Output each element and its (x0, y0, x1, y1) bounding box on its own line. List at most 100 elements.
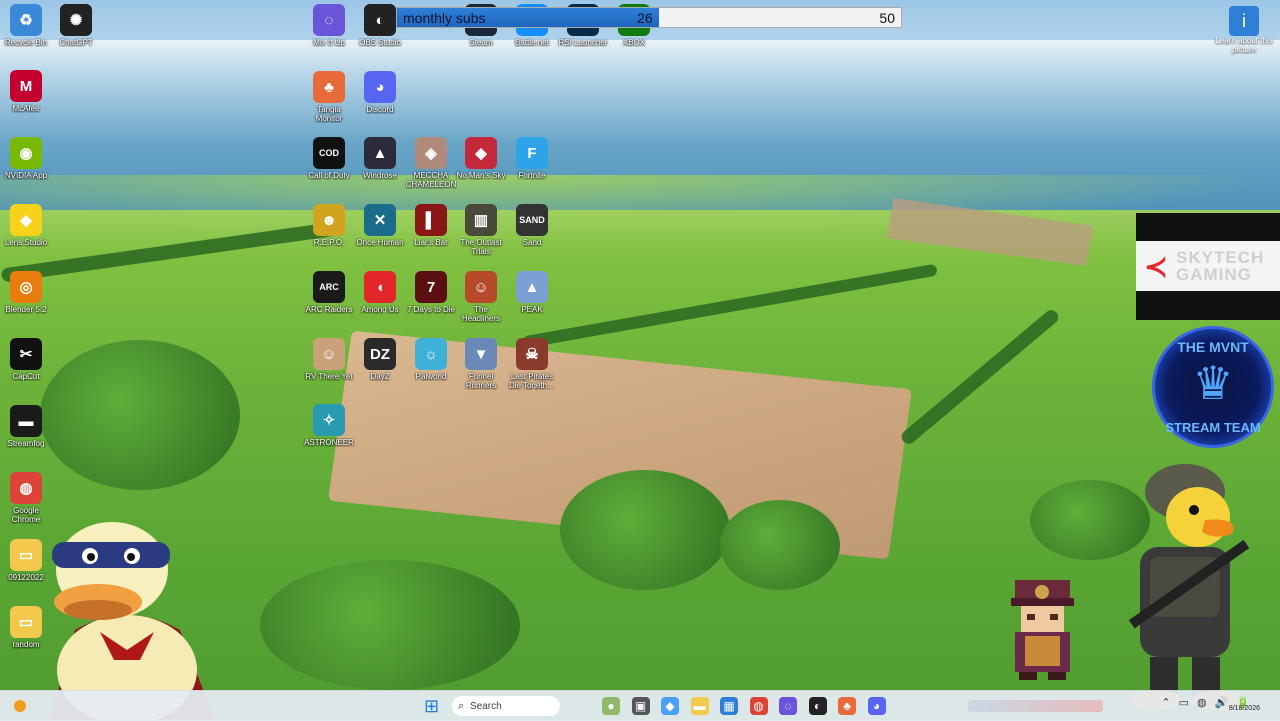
mecha-chameleon-icon: ◈ (415, 137, 447, 169)
desktop-icon-call-of-duty[interactable]: COD Call of Duty (303, 137, 355, 180)
desktop-icon-label: The Outlast Trials (460, 238, 502, 256)
lens-studio-icon: ◆ (10, 204, 42, 236)
no-mans-sky-icon: ◆ (465, 137, 497, 169)
desktop-icon-discord[interactable]: ◕ Discord (354, 71, 406, 114)
obs-taskbar-icon[interactable]: ◐ (808, 697, 827, 715)
the-outlast-trials-icon: ▥ (465, 204, 497, 236)
copilot-icon[interactable]: ◆ (661, 697, 679, 715)
desktop-icon-mecha-chameleon[interactable]: ◈ MECCHA CHAMELEON (405, 137, 457, 189)
desktop-icon-tangia[interactable]: ♣ Tangia Monitor (303, 71, 355, 123)
desktop-icon-liars-bar[interactable]: ▌ Liar's Bar (405, 204, 457, 247)
desktop-icon-label: Lens Studio (4, 238, 48, 247)
desktop-icon-mix-it-up[interactable]: ◌ Mix It Up (303, 4, 355, 47)
trees (560, 470, 730, 590)
desktop-icon-streamfog[interactable]: ▬ Streamfog (0, 405, 52, 448)
desktop-icon-label: CapCut (12, 372, 40, 381)
google-chrome-icon: ◍ (10, 472, 42, 504)
call-of-duty-icon: COD (313, 137, 345, 169)
once-human-icon: ✕ (364, 204, 396, 236)
desktop-icon-the-outlast-trials[interactable]: ▥ The Outlast Trials (455, 204, 507, 256)
desktop-icon-label: Streamfog (7, 439, 45, 448)
desktop-icon-label: Windrose (363, 171, 397, 180)
notification-banner[interactable] (968, 700, 1103, 712)
desktop-icon-dayz[interactable]: DZ DayZ (354, 338, 406, 381)
mvnt-stream-team-badge: THE MVNT ♛ STREAM TEAM (1152, 326, 1274, 448)
palworld-icon: ☼ (415, 338, 447, 370)
discord-taskbar-icon[interactable]: ◕ (867, 697, 886, 715)
desktop-icon-label: Steam (469, 38, 493, 47)
desktop-icon-label: McAfee (12, 104, 40, 113)
peak-icon: ▲ (516, 271, 548, 303)
mix-it-up-icon: ◌ (313, 4, 345, 36)
the-headliners-icon: ☺ (465, 271, 497, 303)
display-icon[interactable]: ▭ (1179, 696, 1189, 709)
taskbar: ⊞ ⌕ Search ● ▣ ◆ ▬ ▦ ◍ ◌ ◐ ♣ ◕ ⌃ ▭ ◍ 🔊 🔋 8/18/2026 (0, 690, 1280, 721)
taskbar-search[interactable]: ⌕ Search (452, 696, 560, 716)
chrome-icon[interactable]: ◍ (749, 697, 768, 715)
show-hidden-icons[interactable]: ⌃ (1161, 696, 1170, 709)
desktop-icon-lens-studio[interactable]: ◆ Lens Studio (0, 204, 52, 247)
desktop-icon-label: Mix It Up (313, 38, 345, 47)
7-days-to-die-icon: 7 (415, 271, 447, 303)
desktop-icon-7-days-to-die[interactable]: 7 7 Days to Die (405, 271, 457, 314)
desktop-icon-sand[interactable]: SAND Sand (506, 204, 558, 247)
info-icon: i (1229, 6, 1259, 36)
desktop-icon-label: NVIDIA App (4, 171, 48, 180)
desktop-icon-label: Fortnite (518, 171, 546, 180)
taskbar-clock[interactable]: 8/18/2026 (1229, 705, 1260, 712)
mixitup-taskbar-icon[interactable]: ◌ (779, 697, 797, 715)
desktop-icon-mcafee[interactable]: M McAfee (0, 70, 52, 113)
desktop-icon-label: Among Us (361, 305, 399, 314)
desktop-icon-label: RV There Yet (305, 372, 353, 381)
liars-bar-icon: ▌ (415, 204, 447, 236)
discord-icon: ◕ (364, 71, 396, 103)
desktop-icon-label: Discord (366, 105, 394, 114)
windows-start-icon[interactable]: ⊞ (424, 697, 442, 715)
desktop-icon-label: Call of Duty (308, 171, 350, 180)
desktop-icon-chatgpt[interactable]: ✺ ChatGPT (50, 4, 102, 47)
desktop-icon-recycle-bin[interactable]: ♻ Recycle Bin (0, 4, 52, 47)
desktop-icon-label: RSI Launcher (558, 38, 608, 47)
streamfog-icon: ▬ (10, 405, 42, 437)
desktop-icon-rv-there-yet[interactable]: ☺ RV There Yet (303, 338, 355, 381)
tangia-taskbar-icon[interactable]: ♣ (838, 697, 856, 715)
learn-about-picture-label: Learn about this picture (1215, 36, 1273, 54)
desktop-icon-google-chrome[interactable]: ◍ Google Chrome (0, 472, 52, 524)
widgets-icon[interactable]: ● (602, 697, 620, 715)
desktop-icon-windrose[interactable]: ▲ Windrose (354, 137, 406, 180)
desktop-icon-astroneer[interactable]: ✧ ASTRONEER (303, 404, 355, 447)
desktop-icon-label: R.E.P.O. (313, 238, 345, 247)
monthly-subs-goal-bar: monthly subs 26 50 (396, 7, 902, 28)
desktop-icon-label: 7 Days to Die (406, 305, 456, 314)
trees (720, 500, 840, 590)
desktop-icon-fortnite[interactable]: F Fortnite (506, 137, 558, 180)
desktop-icon-capcut[interactable]: ✂ CapCut (0, 338, 52, 381)
desktop-icon-funnel-runners[interactable]: ▼ Funnel Runners (455, 338, 507, 390)
volume-icon[interactable]: 🔊 (1215, 696, 1229, 709)
network-icon[interactable]: ◍ (1197, 696, 1207, 709)
trees (260, 560, 520, 690)
desktop-icon-nvidia-app[interactable]: ◉ NVIDIA App (0, 137, 52, 180)
goal-bar-current: 26 (637, 10, 653, 26)
desktop-icon-once-human[interactable]: ✕ Once Human (354, 204, 406, 247)
desktop-icon-blender[interactable]: ◎ Blender 5.2 (0, 271, 52, 314)
skytech-line1: SKYTECH (1176, 248, 1265, 267)
pixel-character (1011, 580, 1074, 680)
desktop-icon-repo[interactable]: ☻ R.E.P.O. (303, 204, 355, 247)
desktop-icon-palworld[interactable]: ☼ Palworld (405, 338, 457, 381)
learn-about-picture-icon[interactable]: i Learn about this picture (1214, 6, 1274, 54)
store-icon[interactable]: ▦ (720, 697, 738, 715)
weather-widget-icon[interactable] (14, 700, 26, 712)
capcut-icon: ✂ (10, 338, 42, 370)
desktop-icon-no-mans-sky[interactable]: ◆ No Man's Sky (455, 137, 507, 180)
task-view-icon[interactable]: ▣ (631, 697, 650, 715)
desktop-icon-arc-raiders[interactable]: ARC ARC Raiders (303, 271, 355, 314)
desktop-icon-last-pirates[interactable]: ☠ Last Pirates Die Togeth… (506, 338, 558, 390)
desktop-icon-the-headliners[interactable]: ☺ The Headliners (455, 271, 507, 323)
funnel-runners-icon: ▼ (465, 338, 497, 370)
file-explorer-icon[interactable]: ▬ (690, 697, 709, 715)
desktop-icon-peak[interactable]: ▲ PEAK (506, 271, 558, 314)
skytech-logo-icon: ≺ (1144, 250, 1168, 282)
desktop-icon-label: Liar's Bar (414, 238, 448, 247)
desktop-icon-among-us[interactable]: ◖ Among Us (354, 271, 406, 314)
